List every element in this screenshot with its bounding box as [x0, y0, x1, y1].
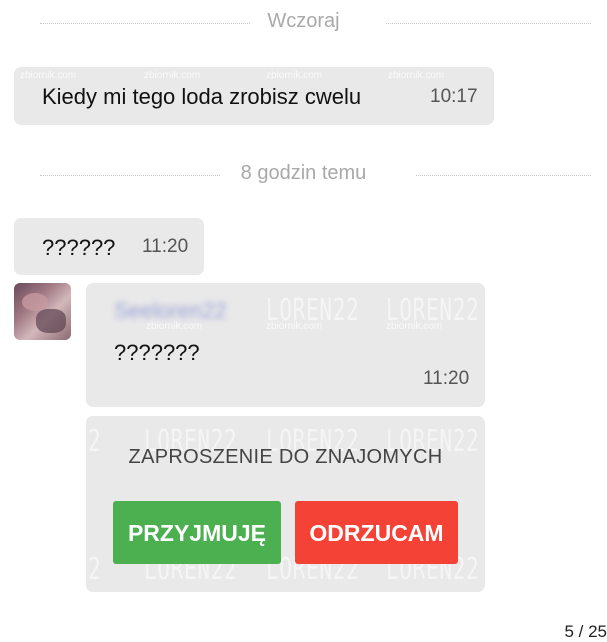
watermark-text: 2	[88, 552, 102, 587]
message-text: Kiedy mi tego loda zrobisz cwelu	[42, 84, 362, 109]
watermark-text: zbiornik.com	[266, 321, 323, 332]
date-divider-yesterday: Wczoraj	[0, 8, 607, 38]
message-text: ???????	[114, 340, 200, 365]
message-bubble[interactable]: ?????? 11:20	[14, 218, 204, 275]
page-counter: 5 / 25	[564, 622, 607, 641]
watermark-text: zbiornik.com	[388, 70, 445, 81]
reject-invite-button[interactable]: ODRZUCAM	[295, 501, 458, 564]
date-divider-hours-ago: 8 godzin temu	[0, 160, 607, 190]
date-label: Wczoraj	[253, 10, 354, 32]
message-time: 11:20	[423, 368, 470, 389]
user-avatar[interactable]	[14, 283, 71, 340]
sender-name[interactable]: Seeloren22	[114, 298, 227, 324]
watermark-text: zbiornik.com	[144, 70, 201, 81]
message-text: ??????	[42, 235, 116, 260]
message-time: 11:20	[142, 236, 189, 257]
accept-invite-button[interactable]: PRZYJMUJĘ	[113, 501, 281, 564]
date-label: 8 godzin temu	[226, 162, 381, 184]
watermark-text: zbiornik.com	[266, 70, 323, 81]
watermark-text: zbiornik.com	[386, 321, 443, 332]
friend-invite-title: ZAPROSZENIE DO ZNAJOMYCH	[128, 446, 443, 468]
watermark-text: zbiornik.com	[20, 70, 77, 81]
message-time: 10:17	[430, 86, 478, 107]
avatar-detail	[36, 309, 66, 333]
message-bubble[interactable]: zbiornik.com zbiornik.com zbiornik.com z…	[14, 67, 494, 125]
